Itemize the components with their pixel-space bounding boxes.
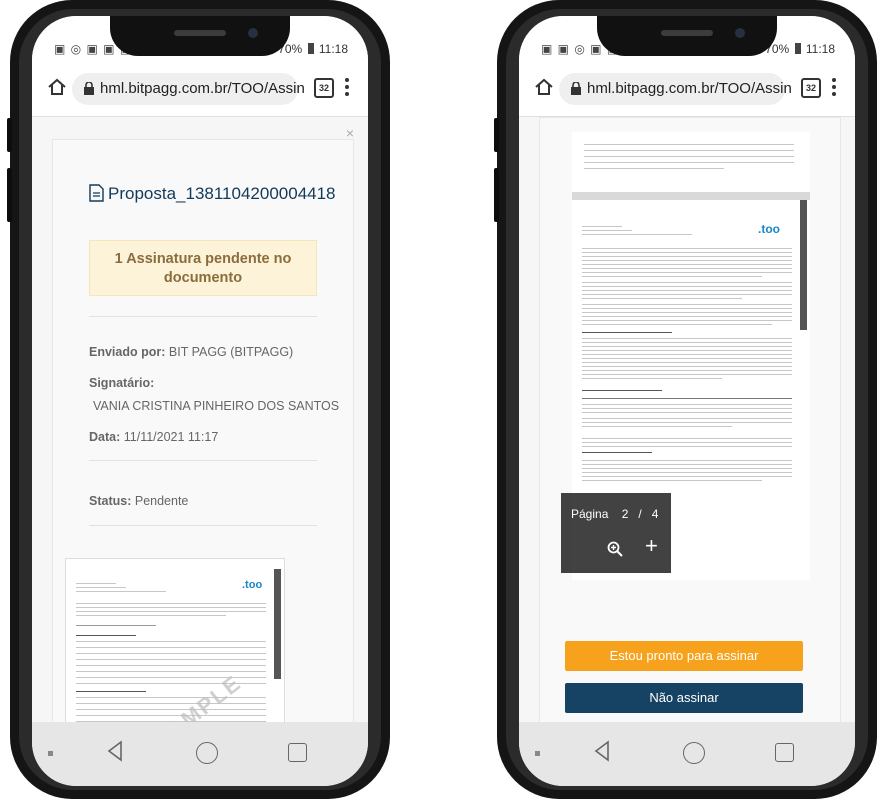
lock-icon <box>84 82 94 95</box>
status: Status: Pendente <box>89 494 188 508</box>
home-icon[interactable] <box>46 76 68 98</box>
divider <box>89 316 317 317</box>
current-page[interactable]: 2 <box>622 507 629 521</box>
divider <box>89 525 317 526</box>
url-text: hml.bitpagg.com.br/TOO/Assin <box>100 80 305 97</box>
previous-page <box>572 132 810 192</box>
signer-value: VANIA CRISTINA PINHEIRO DOS SANTOS <box>93 399 340 413</box>
battery-icon <box>794 43 801 54</box>
status-value: Pendente <box>134 494 189 508</box>
sent-by-label: Enviado por: <box>89 345 166 359</box>
zoom-icon[interactable] <box>607 541 623 557</box>
date-value: 11/11/2021 11:17 <box>123 430 219 444</box>
document-preview[interactable]: .too SAMPLE <box>65 558 285 740</box>
circle-home-icon[interactable] <box>196 742 218 764</box>
circle-home-icon[interactable] <box>683 742 705 764</box>
document-card: Proposta_1381104200004418 1 Assinatura p… <box>52 139 354 741</box>
signature-modal: × .too <box>519 117 855 729</box>
clock: 11:18 <box>805 42 835 56</box>
screen-right: ▣ ▣ ◎ ▣ ▣ ▣ ▣ 70% 11:18 hml.bitpagg.com.… <box>519 16 855 786</box>
menu-icon[interactable] <box>345 78 349 99</box>
volume-button <box>7 118 12 152</box>
viewer-scrollbar[interactable] <box>800 200 807 330</box>
phone-left: ▣ ◎ ▣ ▣ ▣ ▣ ▣ 70% 11:18 hml.bitpagg.com.… <box>7 0 390 799</box>
browser-toolbar: hml.bitpagg.com.br/TOO/Assin 32 <box>519 64 855 117</box>
ready-to-sign-button[interactable]: Estou pronto para assinar <box>565 641 803 671</box>
signer-label: Signatário: <box>89 376 155 390</box>
volume-button <box>494 118 499 152</box>
document-viewer-card: .too Página 2 / 4 + Estou pronto para as… <box>539 117 841 729</box>
plus-icon[interactable]: + <box>645 535 658 557</box>
document-name: Proposta_1381104200004418 <box>108 184 336 203</box>
total-pages: 4 <box>651 507 659 521</box>
battery-icon <box>307 43 314 54</box>
nav-dot-icon <box>48 751 53 756</box>
status-label: Status: <box>89 494 132 508</box>
pending-notice: 1 Assinatura pendente no documento <box>89 240 317 296</box>
signature-modal: × Proposta_1381104200004418 1 Assinatura… <box>32 117 368 741</box>
clock: 11:18 <box>318 42 348 56</box>
home-icon[interactable] <box>533 76 555 98</box>
preview-logo: .too <box>242 579 263 591</box>
nav-dot-icon <box>535 751 540 756</box>
recent-apps-icon[interactable] <box>288 743 307 762</box>
date: Data: 11/11/2021 11:17 <box>89 430 218 444</box>
notch <box>597 16 777 56</box>
back-icon[interactable] <box>106 740 124 762</box>
volume-button <box>7 168 12 222</box>
preview-scrollbar[interactable] <box>274 569 281 679</box>
android-nav-bar <box>519 722 855 786</box>
tabs-icon[interactable]: 32 <box>314 78 334 98</box>
address-bar[interactable]: hml.bitpagg.com.br/TOO/Assin <box>72 73 305 105</box>
do-not-sign-button[interactable]: Não assinar <box>565 683 803 713</box>
page-logo: .too <box>758 222 780 236</box>
page-separator: / <box>638 507 642 521</box>
sent-by-value: BIT PAGG (BITPAGG) <box>168 345 294 359</box>
divider <box>89 460 317 461</box>
lock-icon <box>571 82 581 95</box>
page-indicator: Página 2 / 4 <box>571 507 658 521</box>
volume-button <box>494 168 499 222</box>
date-label: Data: <box>89 430 121 444</box>
screen-left: ▣ ◎ ▣ ▣ ▣ ▣ ▣ 70% 11:18 hml.bitpagg.com.… <box>32 16 368 786</box>
sent-by: Enviado por: BIT PAGG (BITPAGG) <box>89 345 293 359</box>
notch <box>110 16 290 56</box>
file-icon <box>89 184 104 202</box>
url-text: hml.bitpagg.com.br/TOO/Assin <box>587 80 792 97</box>
menu-icon[interactable] <box>832 78 836 99</box>
tabs-icon[interactable]: 32 <box>801 78 821 98</box>
android-nav-bar <box>32 722 368 786</box>
page-label: Página <box>571 507 609 521</box>
address-bar[interactable]: hml.bitpagg.com.br/TOO/Assin <box>559 73 792 105</box>
recent-apps-icon[interactable] <box>775 743 794 762</box>
document-title[interactable]: Proposta_1381104200004418 <box>89 184 336 204</box>
page-navigator: Página 2 / 4 + <box>561 493 671 573</box>
back-icon[interactable] <box>593 740 611 762</box>
phone-right: ▣ ▣ ◎ ▣ ▣ ▣ ▣ 70% 11:18 hml.bitpagg.com.… <box>494 0 877 799</box>
browser-toolbar: hml.bitpagg.com.br/TOO/Assin 32 <box>32 64 368 117</box>
